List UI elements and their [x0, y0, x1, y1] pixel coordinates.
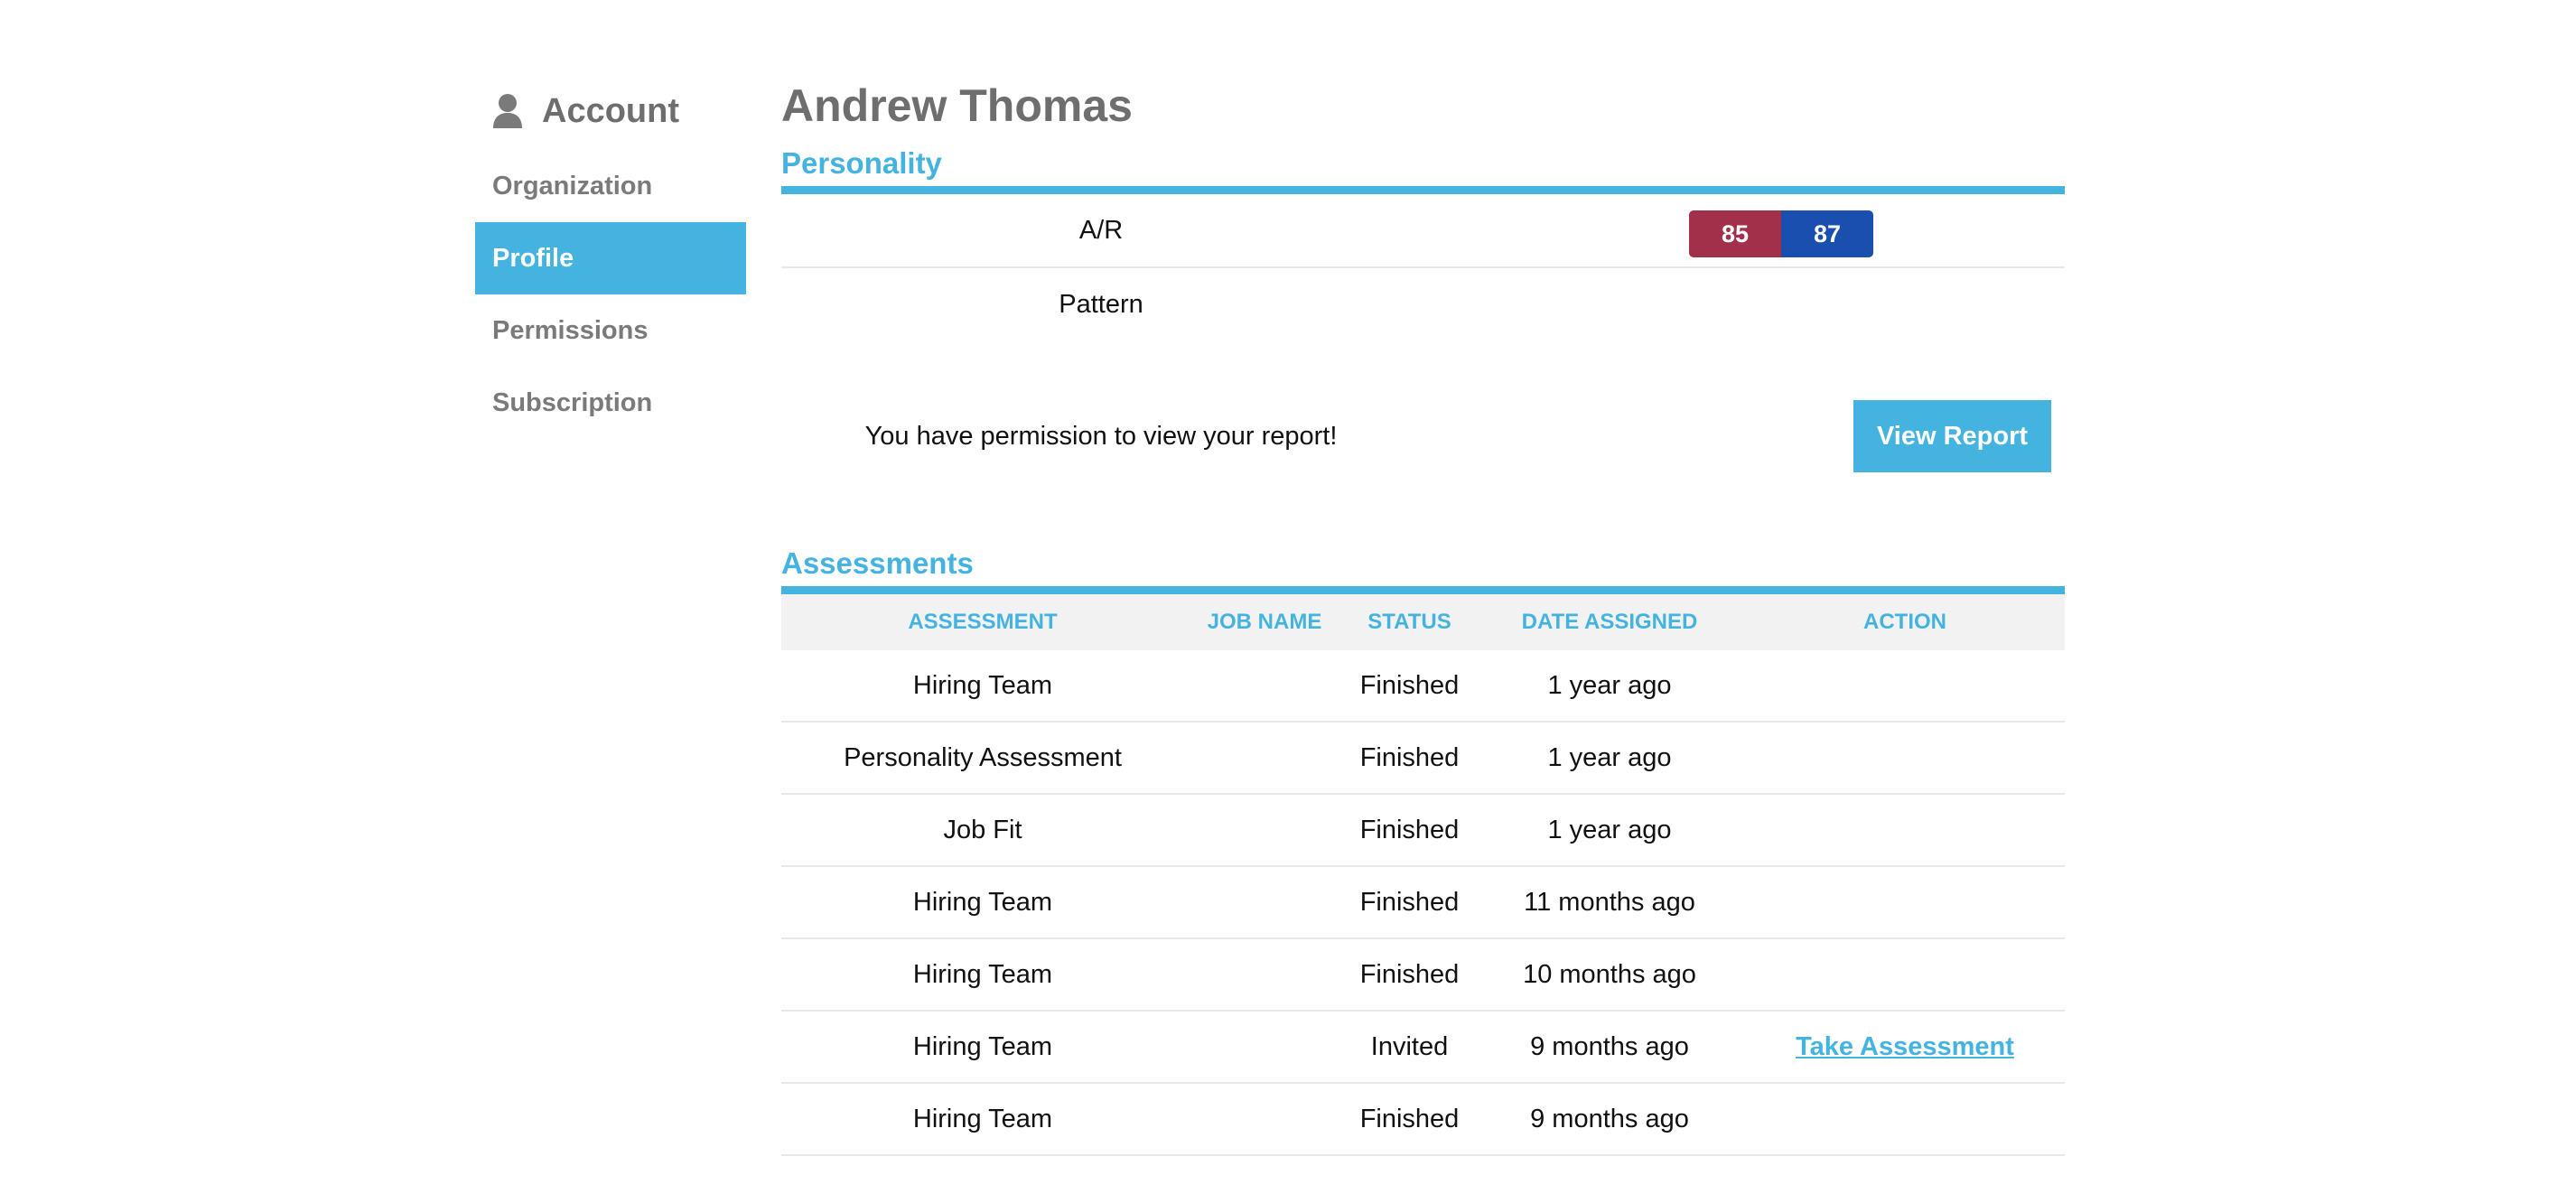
cell-status: Finished: [1345, 1083, 1474, 1156]
report-permission-message: You have permission to view your report!: [864, 422, 1338, 451]
user-icon: [491, 93, 524, 129]
ar-score-bar: 85 87: [1689, 210, 1873, 257]
cell-job-name: [1184, 938, 1345, 1012]
assessments-heading: Assessments: [781, 546, 974, 580]
main-content: Andrew Thomas Personality A/R 85 87 Patt…: [781, 72, 2065, 1156]
report-permission-row: You have permission to view your report!…: [781, 400, 2065, 472]
sidebar: Account Organization Profile Permissions…: [475, 72, 746, 439]
cell-job-name: [1184, 722, 1345, 795]
cell-action: [1745, 794, 2065, 867]
cell-job-name: [1184, 1083, 1345, 1156]
table-row: Hiring Team Finished 1 year ago: [781, 650, 2065, 723]
personality-divider: [781, 186, 2065, 194]
page: Account Organization Profile Permissions…: [0, 0, 2576, 1203]
cell-status: Finished: [1345, 722, 1474, 795]
table-row: Job Fit Finished 1 year ago: [781, 794, 2065, 867]
column-header-job-name[interactable]: Job Name: [1184, 594, 1345, 650]
view-report-button[interactable]: View Report: [1853, 400, 2051, 472]
personality-row-pattern: Pattern: [781, 268, 2065, 340]
cell-date: 1 year ago: [1474, 650, 1745, 723]
cell-date: 1 year ago: [1474, 722, 1745, 795]
cell-job-name: [1184, 1011, 1345, 1084]
cell-date: 9 months ago: [1474, 1083, 1745, 1156]
table-row: Hiring Team Finished 10 months ago: [781, 938, 2065, 1012]
sidebar-item-organization[interactable]: Organization: [475, 150, 746, 222]
table-row: Hiring Team Finished 11 months ago: [781, 866, 2065, 939]
cell-status: Finished: [1345, 866, 1474, 939]
cell-assessment: Hiring Team: [781, 1083, 1184, 1156]
sidebar-item-permissions[interactable]: Permissions: [475, 294, 746, 367]
cell-action: [1745, 938, 2065, 1012]
cell-action: [1745, 1083, 2065, 1156]
take-assessment-link[interactable]: Take Assessment: [1796, 1032, 2014, 1061]
column-header-status[interactable]: Status: [1345, 594, 1474, 650]
cell-status: Invited: [1345, 1011, 1474, 1084]
sidebar-item-profile[interactable]: Profile: [475, 222, 746, 294]
cell-job-name: [1184, 866, 1345, 939]
cell-date: 11 months ago: [1474, 866, 1745, 939]
personality-heading: Personality: [781, 146, 942, 180]
cell-job-name: [1184, 650, 1345, 723]
cell-action: [1745, 650, 2065, 723]
cell-action: [1745, 866, 2065, 939]
cell-action: Take Assessment: [1745, 1011, 2065, 1084]
cell-assessment: Hiring Team: [781, 1011, 1184, 1084]
personality-section: Personality A/R 85 87 Pattern You have p…: [781, 141, 2065, 472]
personality-row-ar: A/R 85 87: [781, 194, 2065, 268]
cell-status: Finished: [1345, 794, 1474, 867]
ar-score-left: 85: [1689, 210, 1781, 257]
cell-assessment: Hiring Team: [781, 938, 1184, 1012]
column-header-action: Action: [1745, 594, 2065, 650]
ar-label: A/R: [1078, 216, 1124, 245]
cell-date: 1 year ago: [1474, 794, 1745, 867]
cell-assessment: Hiring Team: [781, 650, 1184, 723]
pattern-label: Pattern: [1059, 290, 1143, 319]
cell-action: [1745, 722, 2065, 795]
cell-date: 9 months ago: [1474, 1011, 1745, 1084]
cell-status: Finished: [1345, 650, 1474, 723]
cell-assessment: Personality Assessment: [781, 722, 1184, 795]
assessments-table: Assessment Job Name Status Date Assigned…: [781, 594, 2065, 1156]
table-header-row: Assessment Job Name Status Date Assigned…: [781, 594, 2065, 650]
assessments-section: Assessments Assessment Job Name Status D…: [781, 541, 2065, 1156]
column-header-date-assigned[interactable]: Date Assigned: [1474, 594, 1745, 650]
column-header-assessment[interactable]: Assessment: [781, 594, 1184, 650]
sidebar-header: Account: [475, 72, 746, 150]
table-row: Personality Assessment Finished 1 year a…: [781, 722, 2065, 795]
sidebar-title: Account: [542, 91, 679, 130]
cell-status: Finished: [1345, 938, 1474, 1012]
table-row: Hiring Team Finished 9 months ago: [781, 1083, 2065, 1156]
page-title: Andrew Thomas: [781, 80, 1133, 131]
cell-assessment: Hiring Team: [781, 866, 1184, 939]
cell-assessment: Job Fit: [781, 794, 1184, 867]
table-row: Hiring Team Invited 9 months ago Take As…: [781, 1011, 2065, 1084]
cell-date: 10 months ago: [1474, 938, 1745, 1012]
assessments-divider: [781, 586, 2065, 594]
ar-score-right: 87: [1781, 210, 1873, 257]
sidebar-item-subscription[interactable]: Subscription: [475, 367, 746, 439]
cell-job-name: [1184, 794, 1345, 867]
